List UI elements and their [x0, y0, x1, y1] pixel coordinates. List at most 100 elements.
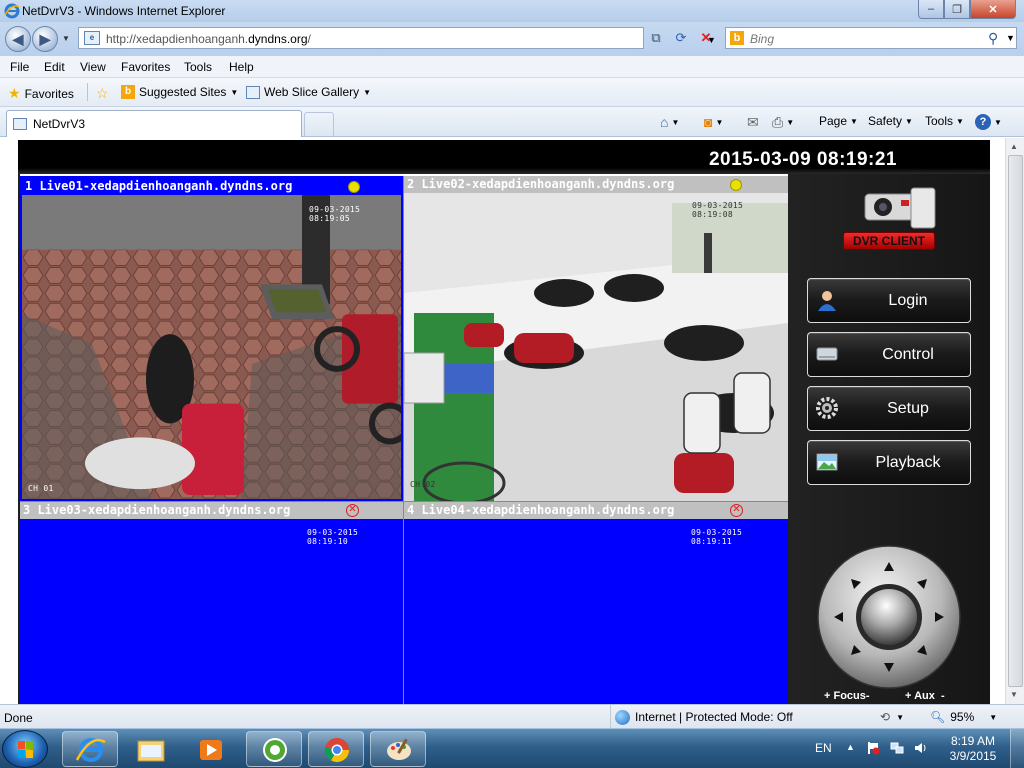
- camera-3-header: 3 Live03-xedapdienhoanganh.dyndns.org ✕: [20, 502, 403, 519]
- status-tools: ⟲ ▼: [880, 710, 904, 724]
- playback-label: Playback: [875, 454, 941, 471]
- camera-view-3[interactable]: 3 Live03-xedapdienhoanganh.dyndns.org ✕ …: [20, 502, 403, 704]
- search-options-dropdown-icon[interactable]: ▼: [1006, 33, 1015, 43]
- setup-button[interactable]: Setup: [807, 386, 971, 431]
- camera-view-4[interactable]: 4 Live04-xedapdienhoanganh.dyndns.org ✕ …: [404, 502, 788, 704]
- image-icon: [816, 453, 838, 471]
- maximize-button[interactable]: ❐: [944, 0, 970, 19]
- tab-bar: NetDvrV3 ⌂ ▼ ◙ ▼ ✉ ⎙ ▼ Page ▼ Safety ▼ Tools ▼…: [0, 107, 1024, 137]
- chevron-down-icon: ▼: [230, 87, 239, 97]
- menu-tools[interactable]: Tools: [184, 60, 212, 74]
- page-content: 2015-03-09 08:19:21 1 Live01-xedapdienho…: [0, 138, 1024, 704]
- taskbar-internet-explorer[interactable]: [62, 731, 118, 767]
- chrome-icon: [324, 738, 349, 763]
- feeds-button[interactable]: ◙ ▼: [704, 114, 723, 130]
- protected-mode-icon[interactable]: ⟲: [880, 710, 890, 724]
- network-icon[interactable]: [890, 741, 904, 755]
- taskbar-explorer[interactable]: [122, 731, 178, 767]
- login-label: Login: [888, 292, 928, 309]
- tools-menu[interactable]: Tools ▼: [925, 114, 964, 128]
- bing-logo-icon: b: [730, 31, 744, 45]
- security-zone[interactable]: Internet | Protected Mode: Off: [610, 705, 793, 729]
- address-input[interactable]: e http://xedapdienhoanganh.dyndns.org/ ▼: [78, 27, 716, 49]
- dvr-control-panel: DVR CLIENT Login Control Setup Playback …: [788, 174, 990, 704]
- camera-3-osd-time: 09-03-2015 08:19:10: [307, 528, 359, 546]
- search-icon[interactable]: ⚲: [988, 30, 998, 47]
- chevron-down-icon[interactable]: ▼: [896, 713, 904, 724]
- print-button[interactable]: ⎙ ▼: [772, 114, 794, 131]
- ptz-control-pad[interactable]: [816, 544, 962, 690]
- new-tab-button[interactable]: [304, 112, 334, 136]
- title-bar: NetDvrV3 - Windows Internet Explorer – ❐…: [0, 0, 1024, 22]
- menu-favorites[interactable]: Favorites: [121, 60, 170, 74]
- recent-pages-dropdown-icon[interactable]: ▼: [62, 34, 70, 43]
- compatibility-view-icon[interactable]: ⧉: [645, 28, 667, 48]
- taskbar-chrome[interactable]: [308, 731, 364, 767]
- menu-file[interactable]: File: [10, 60, 29, 74]
- url-text[interactable]: http://xedapdienhoanganh.dyndns.org/: [106, 32, 311, 46]
- close-button[interactable]: ✕: [970, 0, 1016, 19]
- add-to-favorites-bar-button[interactable]: ☆: [96, 85, 109, 102]
- suggested-sites-link[interactable]: b Suggested Sites ▼: [121, 85, 238, 99]
- back-button[interactable]: ◀: [5, 26, 31, 52]
- help-button[interactable]: ? ▼: [975, 114, 1002, 130]
- favorites-button[interactable]: ★ Favorites: [8, 85, 74, 102]
- safety-menu[interactable]: Safety ▼: [868, 114, 913, 128]
- clock-date: 3/9/2015: [949, 749, 997, 763]
- menu-edit[interactable]: Edit: [44, 60, 65, 74]
- ptz-labels: + Focus- + Aux -: [788, 690, 990, 704]
- control-button[interactable]: Control: [807, 332, 971, 377]
- internet-explorer-icon: [4, 3, 20, 19]
- minimize-button[interactable]: –: [918, 0, 944, 19]
- camera-1-video-frame: [22, 195, 401, 499]
- camera-view-1[interactable]: 1 Live01-xedapdienhoanganh.dyndns.org 09…: [20, 176, 403, 501]
- dvr-client-logo-text: DVR CLIENT: [843, 232, 935, 250]
- ptz-focus-label[interactable]: + Focus-: [824, 690, 870, 702]
- url-prefix: http://xedapdienhoanganh.: [106, 32, 249, 46]
- forward-button[interactable]: ▶: [32, 26, 58, 52]
- show-desktop-button[interactable]: [1010, 729, 1024, 768]
- refresh-icon[interactable]: ⟳: [670, 28, 692, 48]
- stop-icon[interactable]: ✕: [695, 28, 717, 48]
- scroll-up-icon[interactable]: ▲: [1010, 142, 1018, 151]
- ptz-aux-label[interactable]: + Aux -: [905, 690, 945, 702]
- url-domain: dyndns.org: [248, 32, 308, 46]
- camera-2-title: 2 Live02-xedapdienhoanganh.dyndns.org: [407, 177, 675, 191]
- taskbar-paint[interactable]: [370, 731, 426, 767]
- home-button[interactable]: ⌂ ▼: [660, 114, 679, 130]
- control-label: Control: [882, 346, 934, 363]
- zoom-icon: 🔍︎: [930, 710, 946, 724]
- paint-palette-icon: [387, 738, 411, 760]
- clock[interactable]: 8:19 AM 3/9/2015: [942, 734, 1004, 764]
- login-button[interactable]: Login: [807, 278, 971, 323]
- web-slice-icon: [246, 85, 260, 99]
- taskbar-media-player[interactable]: [182, 731, 238, 767]
- add-favorite-icon: ☆: [96, 85, 109, 101]
- volume-icon[interactable]: [914, 741, 928, 755]
- scroll-down-icon[interactable]: ▼: [1010, 690, 1018, 699]
- camera-view-2[interactable]: 2 Live02-xedapdienhoanganh.dyndns.org 09…: [404, 176, 788, 501]
- language-indicator[interactable]: EN: [815, 741, 832, 755]
- search-input[interactable]: b Bing ⚲ ▼: [725, 27, 1017, 49]
- read-mail-button[interactable]: ✉: [747, 114, 759, 131]
- camera-2-osd-channel: CH 02: [410, 480, 436, 489]
- vertical-scrollbar[interactable]: ▲ ▼: [1005, 138, 1024, 704]
- web-slice-gallery-link[interactable]: Web Slice Gallery ▼: [246, 85, 371, 99]
- taskbar-app-green[interactable]: [246, 731, 302, 767]
- playback-button[interactable]: Playback: [807, 440, 971, 485]
- scrollbar-thumb[interactable]: [1008, 155, 1023, 687]
- zoom-control[interactable]: 🔍︎ 95% ▼: [930, 710, 997, 724]
- chevron-down-icon: ▼: [671, 117, 680, 127]
- start-button[interactable]: [2, 730, 48, 768]
- page-menu[interactable]: Page ▼: [819, 114, 858, 128]
- menu-help[interactable]: Help: [229, 60, 254, 74]
- zoom-level: 95%: [950, 710, 975, 724]
- grid-divider-vertical: [403, 176, 404, 704]
- action-center-flag-icon[interactable]: [866, 741, 880, 755]
- show-hidden-icons-icon[interactable]: ▲: [846, 742, 855, 752]
- tab-netdvrv3[interactable]: NetDvrV3: [6, 110, 302, 137]
- menu-view[interactable]: View: [80, 60, 106, 74]
- grid-divider-horizontal: [20, 501, 788, 502]
- window-title: NetDvrV3 - Windows Internet Explorer: [22, 4, 226, 18]
- taskbar: EN ▲ 8:19 AM 3/9/2015: [0, 728, 1024, 768]
